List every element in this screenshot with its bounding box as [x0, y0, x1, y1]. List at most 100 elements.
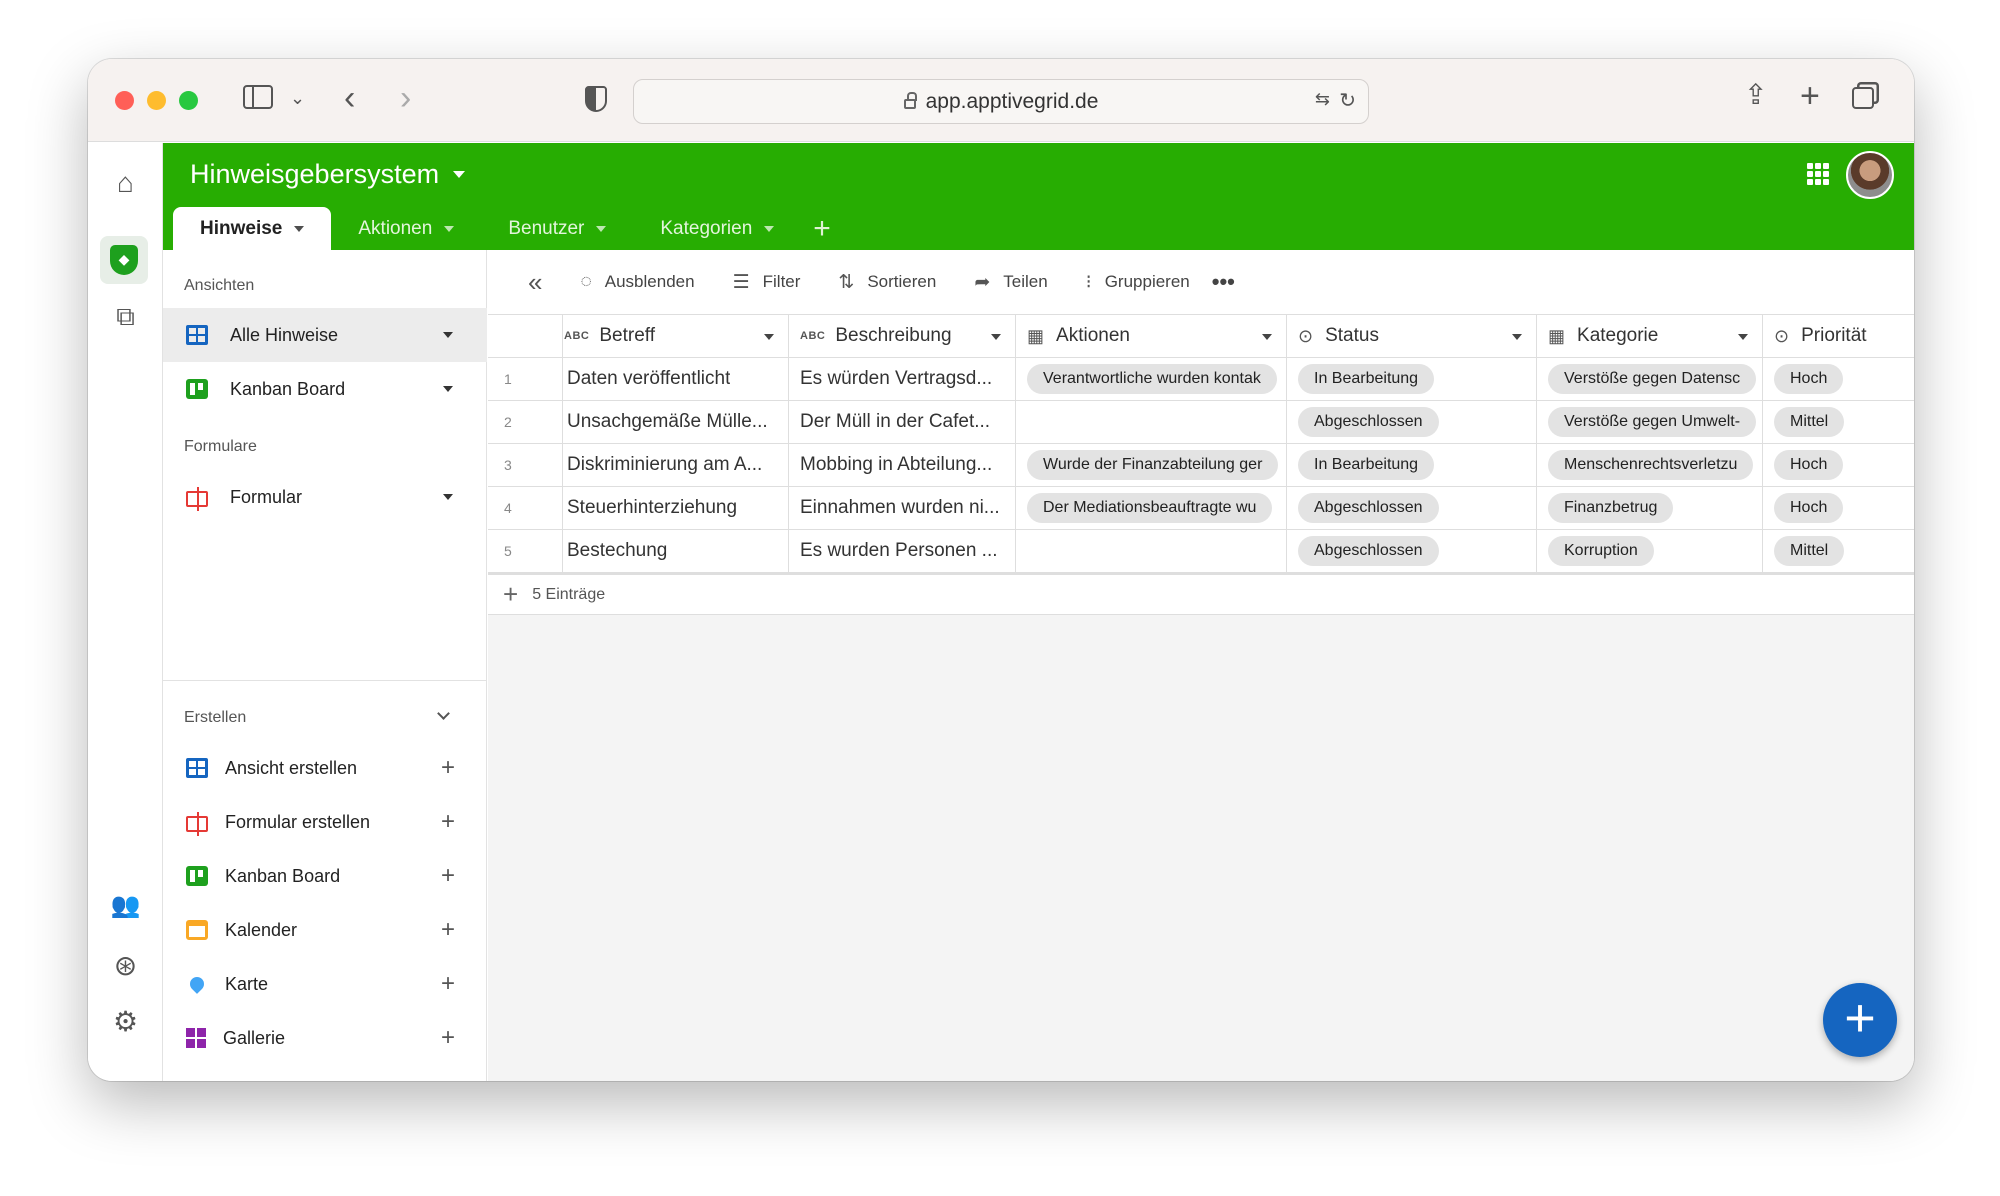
- more-options-icon[interactable]: •••: [1212, 269, 1235, 295]
- cell-betreff[interactable]: Diskriminierung am A...: [563, 444, 789, 486]
- create-kanban[interactable]: Kanban Board +: [163, 849, 487, 903]
- cell-kategorie[interactable]: Menschenrechtsverletzu: [1537, 444, 1763, 486]
- cell-status[interactable]: In Bearbeitung: [1287, 358, 1537, 400]
- collapse-sidebar-button[interactable]: «: [528, 267, 542, 298]
- forward-icon[interactable]: ›: [400, 81, 411, 115]
- cell-prioritaet[interactable]: Mittel: [1763, 401, 1914, 443]
- group-button[interactable]: ⁝ Gruppieren: [1086, 271, 1190, 294]
- space-title[interactable]: Hinweisgebersystem: [190, 159, 466, 190]
- help-lifebuoy-icon[interactable]: ⊛: [88, 949, 163, 982]
- plus-icon[interactable]: +: [441, 970, 455, 998]
- tab-kategorien[interactable]: Kategorien: [633, 207, 801, 250]
- plus-icon[interactable]: +: [441, 808, 455, 836]
- form-formular[interactable]: Formular: [163, 470, 487, 524]
- sort-button[interactable]: ⇅ Sortieren: [838, 271, 936, 294]
- caret-down-icon[interactable]: [991, 334, 1001, 340]
- caret-down-icon[interactable]: [443, 386, 453, 392]
- plus-icon[interactable]: +: [441, 1024, 455, 1052]
- cell-prioritaet[interactable]: Mittel: [1763, 530, 1914, 572]
- hide-fields-button[interactable]: ◌ Ausblenden: [580, 271, 694, 293]
- reload-icon[interactable]: ↻: [1339, 88, 1356, 113]
- cell-betreff[interactable]: Steuerhinterziehung: [563, 487, 789, 529]
- avatar[interactable]: [1846, 151, 1894, 199]
- create-gallerie[interactable]: Gallerie +: [163, 1011, 487, 1065]
- cell-kategorie[interactable]: Korruption: [1537, 530, 1763, 572]
- table-row[interactable]: 4 Steuerhinterziehung Einnahmen wurden n…: [488, 487, 1914, 530]
- chevron-down-icon[interactable]: ⌄: [290, 89, 305, 107]
- apps-grid-icon[interactable]: [1807, 163, 1829, 185]
- chevron-down-icon[interactable]: [437, 707, 450, 720]
- caret-down-icon[interactable]: [764, 334, 774, 340]
- cell-prioritaet[interactable]: Hoch: [1763, 358, 1914, 400]
- cell-betreff[interactable]: Daten veröffentlicht: [563, 358, 789, 400]
- table-row[interactable]: 2 Unsachgemäße Mülle... Der Müll in der …: [488, 401, 1914, 444]
- column-header-kategorie[interactable]: ▦ Kategorie: [1537, 315, 1763, 357]
- back-icon[interactable]: ‹: [344, 81, 355, 115]
- new-tab-icon[interactable]: +: [1800, 79, 1820, 113]
- caret-down-icon[interactable]: [1262, 334, 1272, 340]
- cell-beschreibung[interactable]: Mobbing in Abteilung...: [789, 444, 1016, 486]
- caret-down-icon[interactable]: [1512, 334, 1522, 340]
- add-users-icon[interactable]: 👥: [88, 891, 163, 920]
- cell-aktionen[interactable]: [1016, 530, 1287, 572]
- tab-hinweise[interactable]: Hinweise: [173, 207, 332, 250]
- tab-overview-icon[interactable]: [1852, 87, 1874, 109]
- translate-icon[interactable]: ⇆: [1315, 89, 1330, 110]
- tab-aktionen[interactable]: Aktionen: [331, 207, 481, 250]
- close-window-button[interactable]: [115, 91, 134, 110]
- table-row[interactable]: 5 Bestechung Es wurden Personen ... Abge…: [488, 530, 1914, 573]
- privacy-shield-icon[interactable]: [585, 86, 607, 112]
- address-bar[interactable]: app.apptivegrid.de ⇆ ↻: [633, 79, 1369, 124]
- cell-status[interactable]: Abgeschlossen: [1287, 530, 1537, 572]
- share-icon[interactable]: ⇪: [1744, 81, 1767, 109]
- plus-icon[interactable]: +: [441, 754, 455, 782]
- table-row[interactable]: 3 Diskriminierung am A... Mobbing in Abt…: [488, 444, 1914, 487]
- cell-betreff[interactable]: Unsachgemäße Mülle...: [563, 401, 789, 443]
- cell-status[interactable]: In Bearbeitung: [1287, 444, 1537, 486]
- share-button[interactable]: ➦ Teilen: [974, 271, 1047, 294]
- cell-kategorie[interactable]: Finanzbetrug: [1537, 487, 1763, 529]
- zoom-window-button[interactable]: [179, 91, 198, 110]
- view-kanban-board[interactable]: Kanban Board: [163, 362, 487, 416]
- table-row[interactable]: 1 Daten veröffentlicht Es würden Vertrag…: [488, 358, 1914, 401]
- settings-gear-icon[interactable]: ⚙: [88, 1005, 163, 1038]
- cell-betreff[interactable]: Bestechung: [563, 530, 789, 572]
- cell-aktionen[interactable]: Der Mediationsbeauftragte wu: [1016, 487, 1287, 529]
- sidebar-toggle-icon[interactable]: [243, 85, 273, 109]
- cell-kategorie[interactable]: Verstöße gegen Datensc: [1537, 358, 1763, 400]
- view-alle-hinweise[interactable]: Alle Hinweise: [163, 308, 487, 362]
- add-record-button[interactable]: +: [1823, 983, 1897, 1057]
- minimize-window-button[interactable]: [147, 91, 166, 110]
- cell-beschreibung[interactable]: Es würden Vertragsd...: [789, 358, 1016, 400]
- cell-beschreibung[interactable]: Es wurden Personen ...: [789, 530, 1016, 572]
- create-kalender[interactable]: Kalender +: [163, 903, 487, 957]
- space-shield-button[interactable]: ◆: [100, 236, 148, 284]
- plus-icon[interactable]: +: [441, 916, 455, 944]
- cell-status[interactable]: Abgeschlossen: [1287, 487, 1537, 529]
- cell-aktionen[interactable]: Wurde der Finanzabteilung ger: [1016, 444, 1287, 486]
- cell-beschreibung[interactable]: Der Müll in der Cafet...: [789, 401, 1016, 443]
- cell-beschreibung[interactable]: Einnahmen wurden ni...: [789, 487, 1016, 529]
- cell-aktionen[interactable]: Verantwortliche wurden kontak: [1016, 358, 1287, 400]
- caret-down-icon[interactable]: [443, 332, 453, 338]
- column-header-aktionen[interactable]: ▦ Aktionen: [1016, 315, 1287, 357]
- hierarchy-icon[interactable]: ⧉: [88, 301, 163, 333]
- create-karte[interactable]: Karte +: [163, 957, 487, 1011]
- caret-down-icon[interactable]: [443, 494, 453, 500]
- tab-benutzer[interactable]: Benutzer: [481, 207, 633, 250]
- column-header-beschreibung[interactable]: ABC Beschreibung: [789, 315, 1016, 357]
- column-header-status[interactable]: ⊙ Status: [1287, 315, 1537, 357]
- cell-prioritaet[interactable]: Hoch: [1763, 487, 1914, 529]
- filter-button[interactable]: ☰ Filter: [733, 271, 801, 294]
- column-header-betreff[interactable]: ABC Betreff: [488, 315, 789, 357]
- add-row-icon[interactable]: +: [503, 579, 518, 610]
- caret-down-icon[interactable]: [1738, 334, 1748, 340]
- cell-kategorie[interactable]: Verstöße gegen Umwelt-: [1537, 401, 1763, 443]
- plus-icon[interactable]: +: [441, 862, 455, 890]
- cell-prioritaet[interactable]: Hoch: [1763, 444, 1914, 486]
- cell-status[interactable]: Abgeschlossen: [1287, 401, 1537, 443]
- create-formular[interactable]: Formular erstellen +: [163, 795, 487, 849]
- add-table-icon[interactable]: +: [801, 207, 843, 250]
- home-icon[interactable]: ⌂: [88, 167, 163, 199]
- column-header-prioritaet[interactable]: ⊙ Priorität: [1763, 315, 1914, 357]
